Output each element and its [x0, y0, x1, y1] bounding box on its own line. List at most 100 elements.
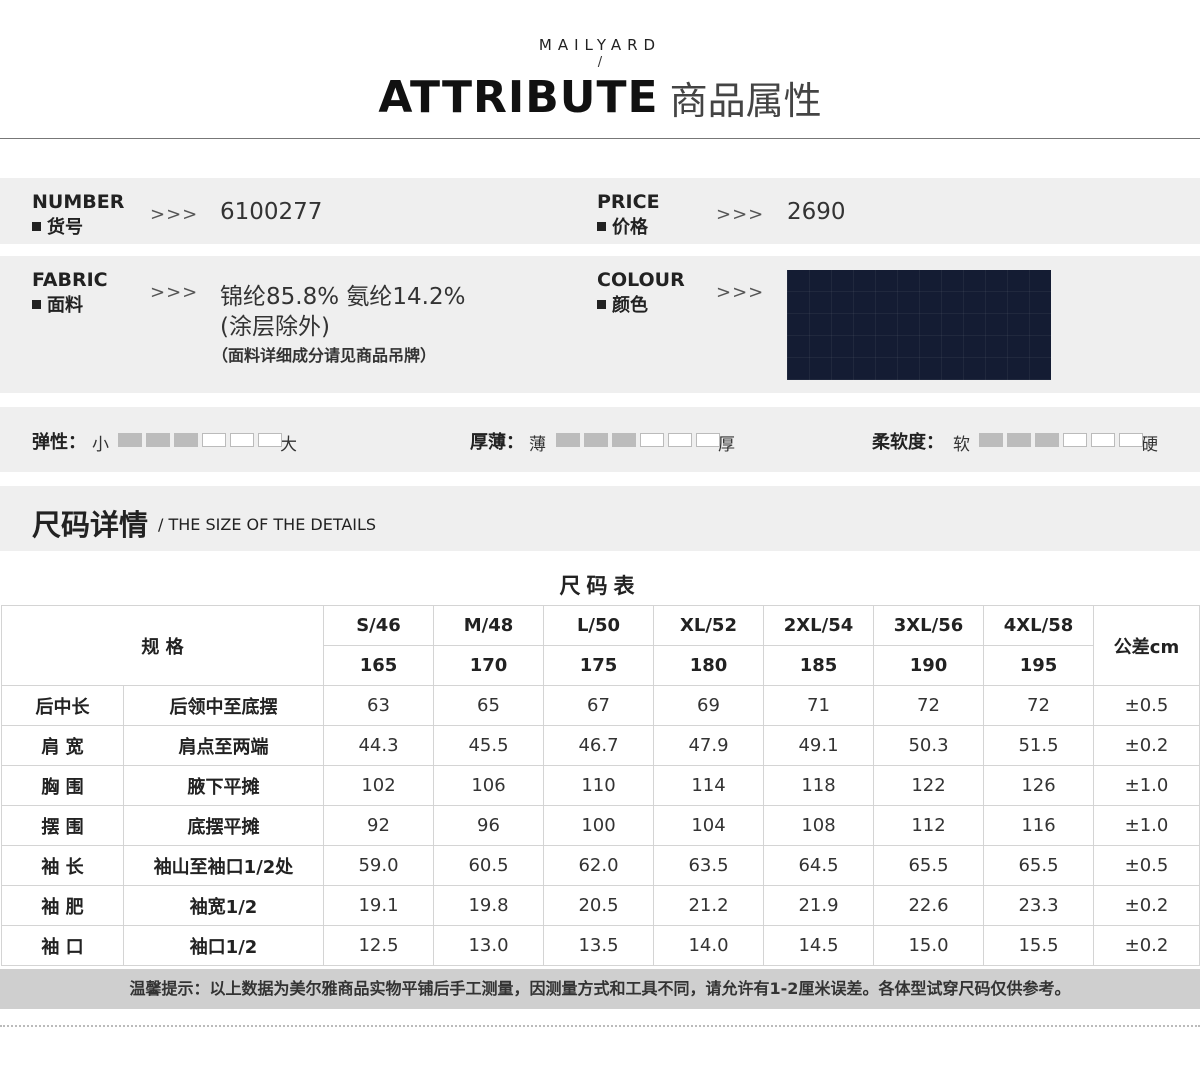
- measure-value: 47.9: [653, 725, 764, 766]
- measure-value: 64.5: [763, 845, 874, 886]
- number-label-en: NUMBER: [32, 191, 125, 213]
- measure-value: 65.5: [983, 845, 1094, 886]
- brand-name: MAILYARD: [538, 36, 662, 54]
- table-row: 肩 宽肩点至两端 44.3 45.5 46.7 47.9 49.1 50.3 51.5 ±0.2: [1, 725, 1200, 766]
- size-section-subtitle: / THE SIZE OF THE DETAILS: [158, 515, 377, 534]
- size-section-title: 尺码详情: [32, 508, 149, 542]
- tolerance-value: ±0.2: [1093, 925, 1200, 966]
- measure-value: 50.3: [873, 725, 984, 766]
- scale-high-label: 硬: [1141, 435, 1158, 455]
- measure-value: 116: [983, 805, 1094, 846]
- scale-box: [1007, 433, 1031, 447]
- table-row: 袖 肥袖宽1/2 19.1 19.8 20.5 21.2 21.9 22.6 23.3 ±0.2: [1, 885, 1200, 926]
- measure-value: 23.3: [983, 885, 1094, 926]
- scale-box: [1063, 433, 1087, 447]
- bullet-square-icon: [597, 221, 606, 231]
- measure-value: 19.8: [433, 885, 544, 926]
- tolerance-value: ±1.0: [1093, 805, 1200, 846]
- size-header: S/46: [323, 605, 434, 646]
- scale-box: [1091, 433, 1115, 447]
- size-header: L/50: [543, 605, 654, 646]
- measure-method: 袖口1/2: [123, 925, 324, 966]
- scale-box: [146, 433, 170, 447]
- measure-value: 63.5: [653, 845, 764, 886]
- bullet-square-icon: [32, 299, 41, 309]
- measure-value: 14.5: [763, 925, 874, 966]
- measure-value: 20.5: [543, 885, 654, 926]
- measure-name: 后中长: [1, 685, 124, 726]
- scale-box: [612, 433, 636, 447]
- bullet-square-icon: [32, 221, 41, 231]
- size-header: M/48: [433, 605, 544, 646]
- size-header: 2XL/54: [763, 605, 874, 646]
- scale-label: 柔软度：: [872, 432, 944, 453]
- header: MAILYARD / ATTRIBUTE 商品属性: [0, 0, 1200, 139]
- measure-value: 72: [983, 685, 1094, 726]
- measurement-tip: 温馨提示：以上数据为美尔雅商品实物平铺后手工测量，因测量方式和工具不同，请允许有…: [0, 969, 1200, 1009]
- size-header: 3XL/56: [873, 605, 984, 646]
- measure-value: 45.5: [433, 725, 544, 766]
- measure-name: 袖 肥: [1, 885, 124, 926]
- height-header: 175: [543, 645, 654, 686]
- measure-value: 13.5: [543, 925, 654, 966]
- price-value: 2690: [787, 199, 846, 225]
- fabric-tag-note: （面料详细成分请见商品吊牌）: [212, 346, 437, 365]
- dotted-divider: [0, 1025, 1200, 1027]
- scale-label: 厚薄：: [470, 432, 524, 453]
- measure-value: 13.0: [433, 925, 544, 966]
- scale-box: [230, 433, 254, 447]
- measure-value: 96: [433, 805, 544, 846]
- colour-swatch: [787, 270, 1051, 380]
- height-header: 180: [653, 645, 764, 686]
- measure-value: 63: [323, 685, 434, 726]
- measure-value: 106: [433, 765, 544, 806]
- title-en: ATTRIBUTE: [378, 72, 659, 123]
- measure-value: 71: [763, 685, 874, 726]
- measure-value: 15.0: [873, 925, 984, 966]
- measure-value: 67: [543, 685, 654, 726]
- measure-value: 60.5: [433, 845, 544, 886]
- number-value: 6100277: [220, 199, 323, 225]
- table-row: 摆 围底摆平摊 92 96 100 104 108 112 116 ±1.0: [1, 805, 1200, 846]
- colour-label-cn: 颜色: [597, 291, 648, 317]
- height-header: 170: [433, 645, 544, 686]
- height-header: 185: [763, 645, 874, 686]
- measure-value: 92: [323, 805, 434, 846]
- tolerance-value: ±0.2: [1093, 725, 1200, 766]
- measure-value: 126: [983, 765, 1094, 806]
- colour-label-en: COLOUR: [597, 269, 685, 291]
- table-row: 袖 口袖口1/2 12.5 13.0 13.5 14.0 14.5 15.0 15.5 ±0.2: [1, 925, 1200, 966]
- scale-level-indicator: [979, 433, 1143, 447]
- scale-box: [696, 433, 720, 447]
- measure-value: 51.5: [983, 725, 1094, 766]
- brand-slash: /: [597, 55, 603, 70]
- measure-name: 胸 围: [1, 765, 124, 806]
- measure-value: 12.5: [323, 925, 434, 966]
- measure-value: 44.3: [323, 725, 434, 766]
- spec-header: 规 格: [1, 605, 324, 686]
- measure-method: 肩点至两端: [123, 725, 324, 766]
- title-cn: 商品属性: [669, 79, 822, 123]
- measure-method: 底摆平摊: [123, 805, 324, 846]
- height-header: 195: [983, 645, 1094, 686]
- fabric-label-cn: 面料: [32, 291, 83, 317]
- scale-low-label: 薄: [529, 435, 546, 455]
- page-title: ATTRIBUTE 商品属性: [0, 70, 1200, 125]
- measure-method: 后领中至底摆: [123, 685, 324, 726]
- scale-box: [118, 433, 142, 447]
- measure-value: 65: [433, 685, 544, 726]
- scale-label: 弹性：: [32, 432, 86, 453]
- scale-high-label: 大: [280, 435, 297, 455]
- scale-box: [174, 433, 198, 447]
- size-table-title: 尺码表: [559, 574, 641, 598]
- number-label-cn: 货号: [32, 213, 83, 239]
- size-header: 4XL/58: [983, 605, 1094, 646]
- scale-level-indicator: [556, 433, 720, 447]
- fabric-arrow: >>>: [150, 282, 199, 303]
- table-row: 胸 围腋下平摊 102 106 110 114 118 122 126 ±1.0: [1, 765, 1200, 806]
- measure-name: 袖 长: [1, 845, 124, 886]
- measure-value: 102: [323, 765, 434, 806]
- measure-name: 袖 口: [1, 925, 124, 966]
- tolerance-header: 公差cm: [1093, 605, 1200, 686]
- scale-high-label: 厚: [718, 435, 735, 455]
